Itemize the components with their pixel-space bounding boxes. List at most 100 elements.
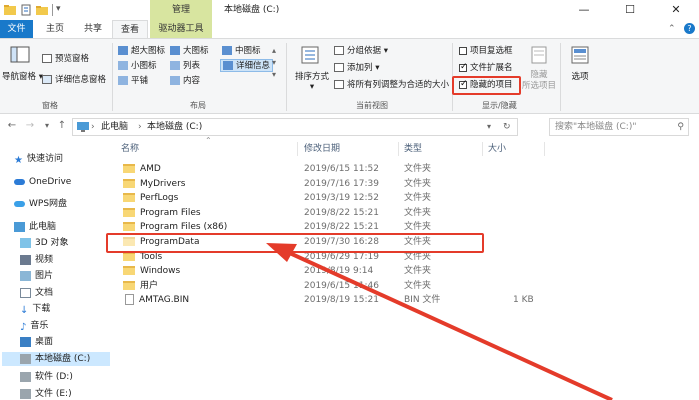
back-arrow-icon[interactable]: ← bbox=[5, 119, 19, 133]
options-icon[interactable] bbox=[570, 45, 590, 65]
item-checkboxes-checkbox[interactable] bbox=[459, 46, 467, 55]
fit-columns-button[interactable]: 将所有列调整为合适的大小 bbox=[334, 79, 449, 92]
nav-item-drive-d[interactable]: 软件 (D:) bbox=[20, 370, 73, 384]
content-icon bbox=[170, 76, 180, 85]
navigation-pane: ★ 快速访问 OneDrive WPS网盘 此电脑 3D 对象 视频 图片 文档 … bbox=[0, 140, 110, 400]
recent-locations-chevron-icon[interactable]: ▾ bbox=[40, 119, 54, 133]
nav-item-wps-cloud[interactable]: WPS网盘 bbox=[14, 197, 67, 211]
tiles-icon bbox=[118, 76, 128, 85]
navigation-pane-icon[interactable] bbox=[10, 45, 30, 65]
file-row[interactable]: Windows 2019/8/19 9:14 文件夹 bbox=[113, 264, 699, 279]
column-separator[interactable] bbox=[544, 142, 545, 156]
list-icon bbox=[170, 61, 180, 70]
preview-pane-button[interactable]: 预览窗格 bbox=[42, 53, 89, 66]
file-row[interactable]: PerfLogs 2019/3/19 12:52 文件夹 bbox=[113, 191, 699, 206]
tab-file[interactable]: 文件 bbox=[0, 20, 33, 38]
search-input[interactable]: 搜索"本地磁盘 (C:)" ⚲ bbox=[549, 118, 689, 136]
file-row[interactable]: AMD 2019/6/15 11:52 文件夹 bbox=[113, 162, 699, 177]
large-icons-icon bbox=[170, 46, 180, 55]
hide-selected-icon[interactable] bbox=[529, 45, 549, 65]
column-header-date[interactable]: 修改日期 bbox=[304, 142, 340, 156]
breadcrumb-chevron-icon[interactable]: › bbox=[91, 119, 95, 135]
drive-icon bbox=[20, 353, 31, 364]
details-pane-button[interactable]: 详细信息窗格 bbox=[42, 74, 106, 87]
column-header-size[interactable]: 大小 bbox=[488, 142, 506, 156]
column-header-name[interactable]: 名称 bbox=[121, 142, 139, 156]
nav-item-documents[interactable]: 文档 bbox=[20, 286, 53, 300]
nav-item-label: 软件 (D:) bbox=[35, 372, 73, 382]
layout-tiles[interactable]: 平铺 bbox=[118, 75, 148, 88]
file-type: 文件夹 bbox=[404, 164, 432, 174]
address-row: ← → ▾ ↑ › 此电脑 › 本地磁盘 (C:) ▾ ↻ 搜索"本地磁盘 (C… bbox=[0, 115, 699, 139]
layout-small-icons[interactable]: 小图标 bbox=[118, 60, 157, 73]
tab-home[interactable]: 主页 bbox=[38, 20, 72, 38]
add-columns-button[interactable]: 添加列 ▾ bbox=[334, 62, 379, 75]
layout-content[interactable]: 内容 bbox=[170, 75, 200, 88]
fit-columns-icon bbox=[334, 80, 344, 89]
layout-details[interactable]: 详细信息 bbox=[220, 59, 274, 72]
nav-item-label: OneDrive bbox=[29, 177, 72, 187]
nav-item-onedrive[interactable]: OneDrive bbox=[14, 175, 71, 189]
ribbon-collapse-icon[interactable]: ⌃ bbox=[668, 24, 676, 34]
column-header-type[interactable]: 类型 bbox=[404, 142, 422, 156]
maximize-button[interactable]: ☐ bbox=[607, 0, 653, 20]
file-row[interactable]: AMTAG.BIN 2019/8/19 15:21 BIN 文件 1 KB bbox=[113, 293, 699, 308]
close-button[interactable]: ✕ bbox=[653, 0, 699, 20]
tab-drive-tools[interactable]: 驱动器工具 bbox=[150, 20, 212, 38]
nav-item-music[interactable]: ♪ 音乐 bbox=[20, 319, 48, 333]
address-dropdown-icon[interactable]: ▾ bbox=[487, 119, 491, 135]
nav-item-downloads[interactable]: ↓ 下载 bbox=[20, 302, 50, 316]
ribbon-tabs: 文件 主页 共享 查看 驱动器工具 ⌃ ? bbox=[0, 20, 699, 38]
group-by-button[interactable]: 分组依据 ▾ bbox=[334, 45, 388, 58]
file-row[interactable]: MyDrivers 2019/7/16 17:39 文件夹 bbox=[113, 177, 699, 192]
options-button[interactable]: 选项 bbox=[562, 70, 598, 82]
file-extensions-checkbox[interactable] bbox=[459, 61, 468, 74]
up-arrow-icon[interactable]: ↑ bbox=[55, 119, 69, 133]
nav-item-pictures[interactable]: 图片 bbox=[20, 269, 53, 283]
nav-item-drive-e[interactable]: 文件 (E:) bbox=[20, 387, 72, 400]
minimize-button[interactable]: — bbox=[561, 0, 607, 20]
nav-item-3d-objects[interactable]: 3D 对象 bbox=[20, 236, 69, 250]
file-extensions-toggle[interactable]: 文件扩展名 bbox=[459, 61, 513, 75]
forward-arrow-icon[interactable]: → bbox=[23, 119, 37, 133]
tab-share[interactable]: 共享 bbox=[76, 20, 110, 38]
nav-item-videos[interactable]: 视频 bbox=[20, 253, 53, 267]
column-separator[interactable] bbox=[297, 142, 298, 156]
file-row[interactable]: 用户 2019/6/15 11:46 文件夹 bbox=[113, 279, 699, 294]
item-checkboxes-toggle[interactable]: 项目复选框 bbox=[459, 45, 513, 58]
layout-scroll-arrows-icon[interactable]: ▴ ▾ ▾ bbox=[272, 45, 276, 81]
layout-item-label: 超大图标 bbox=[131, 46, 166, 56]
file-name: Program Files bbox=[140, 207, 201, 218]
sort-button[interactable]: 排序方式 ▾ bbox=[292, 70, 332, 92]
layout-medium-icons[interactable]: 中图标 bbox=[222, 45, 261, 58]
nav-item-quick-access[interactable]: ★ 快速访问 bbox=[14, 152, 63, 166]
nav-item-desktop[interactable]: 桌面 bbox=[20, 335, 53, 349]
help-icon[interactable]: ? bbox=[684, 23, 695, 34]
column-separator[interactable] bbox=[398, 142, 399, 156]
refresh-icon[interactable]: ↻ bbox=[503, 119, 511, 135]
navigation-pane-button[interactable]: 导航窗格 ▾ bbox=[2, 70, 43, 82]
file-type: 文件夹 bbox=[404, 193, 432, 204]
properties-icon[interactable] bbox=[20, 4, 32, 16]
breadcrumb-chevron-icon[interactable]: › bbox=[138, 119, 142, 135]
column-separator[interactable] bbox=[482, 142, 483, 156]
quick-access-dropdown-icon[interactable]: ▾ bbox=[56, 4, 61, 14]
layout-list[interactable]: 列表 bbox=[170, 60, 200, 73]
current-view-group-label: 当前视图 bbox=[356, 101, 388, 110]
nav-item-this-pc[interactable]: 此电脑 bbox=[14, 220, 56, 234]
layout-extra-large-icons[interactable]: 超大图标 bbox=[118, 45, 165, 58]
folder-app-icon bbox=[4, 5, 16, 15]
new-folder-icon[interactable] bbox=[36, 4, 48, 16]
drive-icon bbox=[20, 388, 31, 399]
nav-item-local-disk-c[interactable]: 本地磁盘 (C:) bbox=[2, 352, 110, 366]
file-name: AMD bbox=[140, 164, 161, 174]
sort-icon[interactable] bbox=[300, 45, 320, 65]
address-bar[interactable]: › 此电脑 › 本地磁盘 (C:) ▾ ↻ bbox=[72, 118, 518, 136]
file-row[interactable]: Program Files 2019/8/22 15:21 文件夹 bbox=[113, 206, 699, 221]
tab-view[interactable]: 查看 bbox=[112, 20, 148, 38]
hide-selected-button[interactable]: 隐藏 所选项目 bbox=[520, 70, 558, 92]
breadcrumb-this-pc[interactable]: 此电脑 bbox=[101, 119, 128, 135]
breadcrumb-local-disk[interactable]: 本地磁盘 (C:) bbox=[147, 119, 202, 135]
layout-large-icons[interactable]: 大图标 bbox=[170, 45, 209, 58]
manage-context-tab[interactable]: 管理 bbox=[150, 0, 212, 20]
